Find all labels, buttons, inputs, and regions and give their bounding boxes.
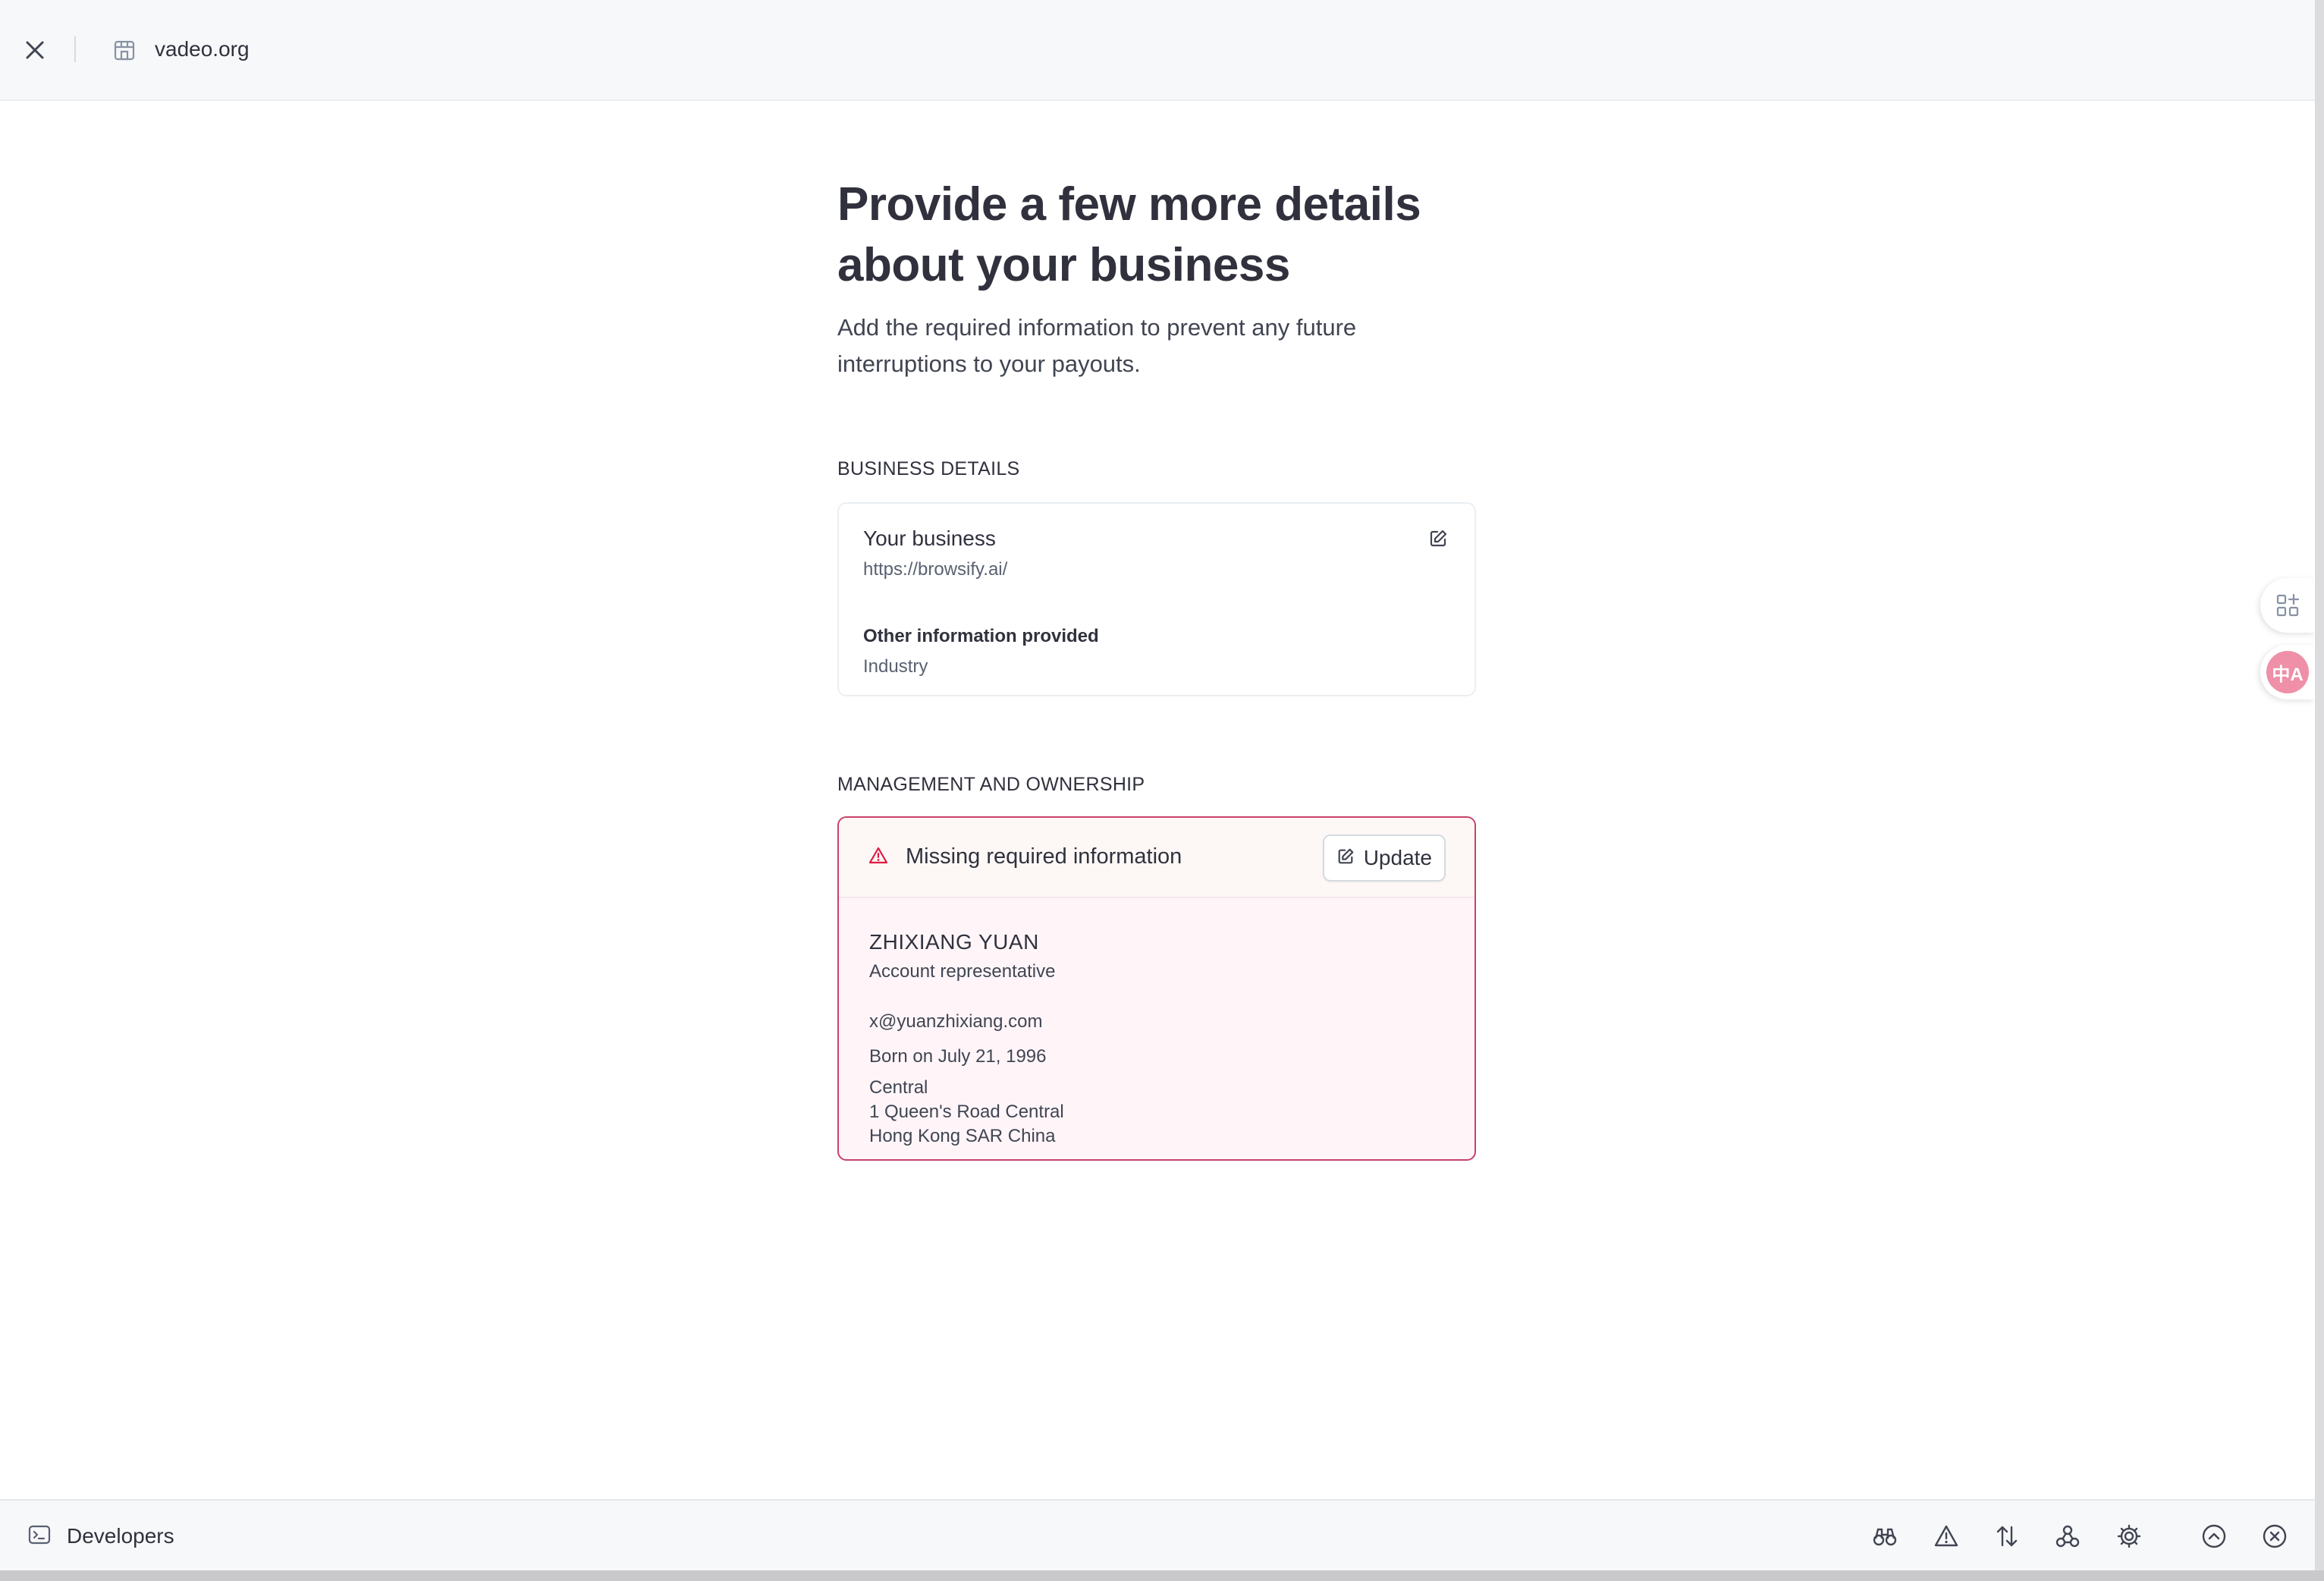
- management-heading: MANAGEMENT AND OWNERSHIP: [837, 774, 1145, 795]
- edit-icon[interactable]: [1424, 525, 1452, 552]
- top-divider: [74, 36, 76, 62]
- site-name: vadeo.org: [155, 37, 250, 61]
- translate-glyph: 中A: [2266, 651, 2309, 693]
- business-url: https://browsify.ai/: [863, 559, 1008, 580]
- translate-icon[interactable]: 中A: [2260, 645, 2315, 699]
- app-window: vadeo.org Provide a few more details abo…: [0, 0, 2315, 1570]
- person-email: x@yuanzhixiang.com: [869, 1011, 1043, 1032]
- page-title-line2: about your business: [837, 239, 1290, 291]
- business-details-card: Your business https://browsify.ai/ Other…: [837, 502, 1476, 696]
- binoculars-icon[interactable]: [1869, 1520, 1901, 1552]
- business-details-heading: BUSINESS DETAILS: [837, 458, 1020, 479]
- update-button[interactable]: Update: [1322, 835, 1446, 882]
- developers-bar: Developers: [0, 1499, 2315, 1570]
- person-name: ZHIXIANG YUAN: [869, 930, 1039, 954]
- developers-toggle[interactable]: Developers: [27, 1517, 174, 1555]
- webhook-icon[interactable]: [2052, 1520, 2084, 1552]
- developers-label: Developers: [67, 1524, 174, 1548]
- chevron-up-circle-icon[interactable]: [2198, 1520, 2230, 1552]
- address-line1: Central: [869, 1077, 928, 1098]
- main-content: Provide a few more details about your bu…: [837, 174, 1476, 1161]
- page-subtitle-line2: interruptions to your payouts.: [837, 350, 1141, 377]
- edit-icon: [1336, 847, 1355, 869]
- update-button-label: Update: [1363, 846, 1432, 869]
- warning-icon[interactable]: [1930, 1520, 1962, 1552]
- other-info-label: Other information provided: [863, 626, 1099, 646]
- window-bottom-edge: [0, 1570, 2324, 1581]
- person-dob: Born on July 21, 1996: [869, 1046, 1047, 1067]
- page-subtitle-line1: Add the required information to prevent …: [837, 314, 1357, 341]
- page-title: Provide a few more details about your bu…: [837, 174, 1476, 296]
- close-icon[interactable]: [20, 35, 50, 65]
- apps-add-icon[interactable]: [2260, 578, 2315, 633]
- business-title: Your business: [863, 526, 996, 550]
- address-line2: 1 Queen's Road Central: [869, 1102, 1064, 1122]
- store-icon: [111, 36, 138, 64]
- gear-icon[interactable]: [2113, 1520, 2145, 1552]
- management-card: Missing required information Update ZHIX…: [837, 816, 1476, 1161]
- close-circle-icon[interactable]: [2259, 1520, 2291, 1552]
- missing-info-text: Missing required information: [906, 844, 1182, 869]
- window-edge: [2315, 0, 2324, 1581]
- top-bar: vadeo.org: [0, 0, 2315, 101]
- page-title-line1: Provide a few more details: [837, 178, 1421, 231]
- person-role: Account representative: [869, 961, 1056, 982]
- address-line3: Hong Kong SAR China: [869, 1126, 1056, 1146]
- other-info-value: Industry: [863, 656, 928, 677]
- sort-arrows-icon[interactable]: [1991, 1520, 2023, 1552]
- warning-icon: [868, 845, 889, 866]
- terminal-icon: [27, 1523, 52, 1551]
- missing-info-banner: Missing required information Update: [839, 818, 1474, 898]
- page-subtitle: Add the required information to prevent …: [837, 310, 1476, 382]
- person-address: Central 1 Queen's Road Central Hong Kong…: [869, 1076, 1064, 1149]
